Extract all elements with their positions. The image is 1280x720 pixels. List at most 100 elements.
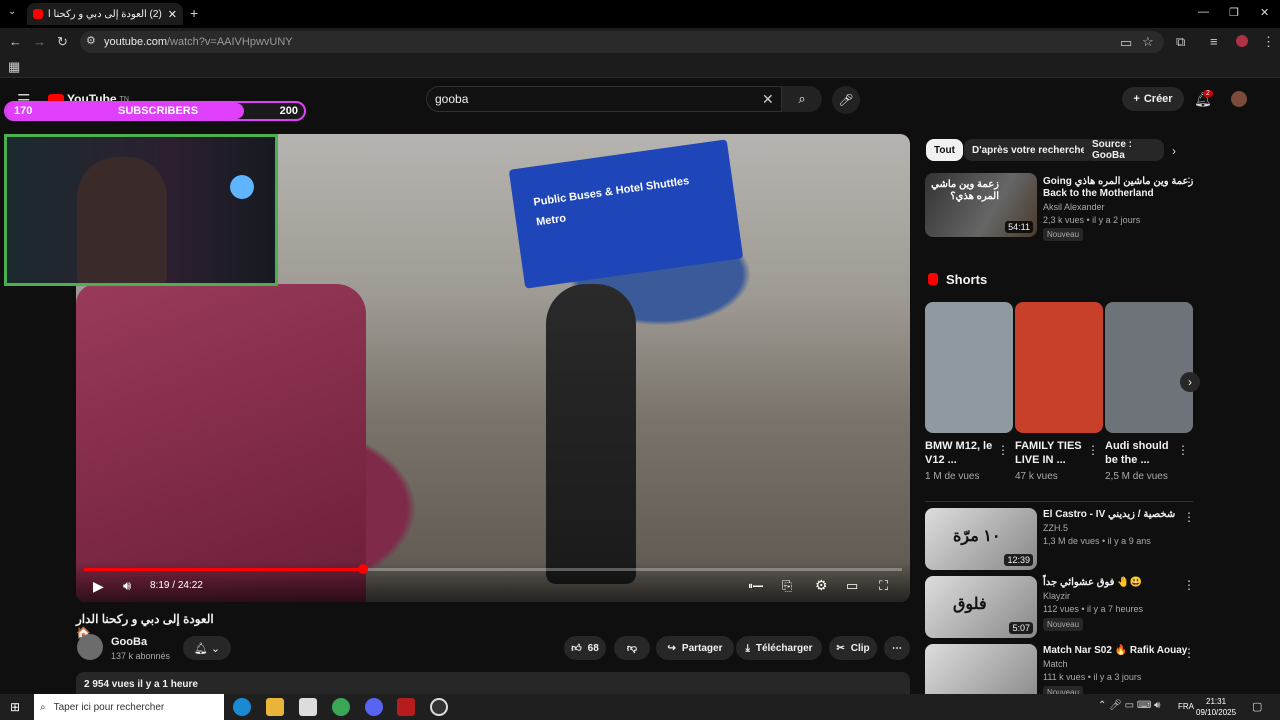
subscribed-bell-button[interactable]: 🔔︎ ⌄ xyxy=(183,636,231,660)
video-channel[interactable]: Match xyxy=(1043,659,1068,669)
chips-next-icon[interactable]: › xyxy=(1172,144,1176,158)
account-avatar[interactable] xyxy=(1231,91,1247,107)
progress-scrubber[interactable] xyxy=(357,564,368,574)
search-button[interactable]: ⌕ xyxy=(782,86,822,112)
language-indicator[interactable]: FRA xyxy=(1178,702,1194,711)
fullscreen-icon[interactable]: ⛶ xyxy=(879,578,888,594)
short-title[interactable]: V12 ... xyxy=(925,454,957,467)
clip-button[interactable]: ✂ Clip xyxy=(829,636,877,660)
description-box[interactable]: 2 954 vues il y a 1 heure xyxy=(76,672,910,694)
back-icon[interactable]: ← xyxy=(9,35,22,48)
streamer-shape xyxy=(77,157,167,283)
short-thumbnail[interactable] xyxy=(925,302,1013,433)
video-thumbnail[interactable]: ١٠ مرّة 12:39 xyxy=(925,508,1037,570)
chip-source[interactable]: Source : GooBa xyxy=(1084,139,1164,161)
apps-grid-icon[interactable]: ▦ xyxy=(8,60,20,73)
search-icon: ⌕ xyxy=(798,91,806,106)
top-video-channel[interactable]: Aksil Alexander xyxy=(1043,202,1105,212)
bookmark-star-icon[interactable]: ☆ xyxy=(1142,35,1154,48)
browser-tab[interactable]: (2) العودة إلى دبي و ركحنا الدار ✕ xyxy=(27,3,183,25)
forward-icon[interactable]: → xyxy=(33,35,46,48)
video-channel[interactable]: Klayzir xyxy=(1043,591,1070,601)
short-title[interactable]: FAMILY TIES xyxy=(1015,440,1082,453)
short-title[interactable]: Audi should xyxy=(1105,440,1169,453)
store-icon[interactable] xyxy=(299,698,317,716)
video-channel[interactable]: ZZH.5 xyxy=(1043,523,1068,533)
tab-search-icon[interactable]: ⌄ xyxy=(8,7,16,17)
subtitles-icon[interactable]: ⎘ xyxy=(782,578,792,594)
short-menu-icon[interactable]: ⋮ xyxy=(1177,443,1189,457)
theater-mode-icon[interactable]: ▭ xyxy=(846,578,858,594)
channel-name[interactable]: GooBa xyxy=(111,636,147,648)
play-icon[interactable]: ▶ xyxy=(93,578,104,595)
short-views: 47 k vues xyxy=(1015,471,1058,482)
timecode: 8:19 / 24:22 xyxy=(150,580,203,591)
maximize-icon[interactable]: ❐ xyxy=(1229,6,1239,19)
volume-icon[interactable]: 🔊︎ xyxy=(123,578,131,594)
video-title[interactable]: Match Nar S02 🔥 Rafik Aouay xyxy=(1043,644,1187,657)
top-video-thumbnail[interactable]: زعمة وين ماشي المره هذي؟ 54:11 xyxy=(925,173,1037,237)
settings-gear-icon[interactable]: ⚙ xyxy=(815,577,828,594)
system-tray-icons[interactable]: ⌃ 🎤︎ ▭ ⌨ 🔊︎ xyxy=(1098,700,1160,711)
clear-search-icon[interactable]: ✕ xyxy=(762,92,774,106)
search-input[interactable]: gooba xyxy=(426,86,782,112)
download-icon: ⤓ xyxy=(745,642,750,654)
shorts-next-button[interactable]: › xyxy=(1180,372,1200,392)
taskbar-search[interactable]: ⌕ Taper ici pour rechercher xyxy=(34,694,224,720)
dislike-button[interactable]: 👎︎ xyxy=(614,636,650,660)
video-menu-icon[interactable]: ⋮ xyxy=(1183,578,1195,592)
edge-icon[interactable] xyxy=(233,698,251,716)
site-info-icon[interactable]: ⚙ xyxy=(86,36,96,47)
chip-all[interactable]: Tout xyxy=(926,139,963,161)
windows-start-icon[interactable]: ⊞ xyxy=(10,700,20,714)
video-title[interactable]: فوق عشوائي جداً 🤚😃 xyxy=(1043,576,1142,589)
short-thumbnail[interactable] xyxy=(1105,302,1193,433)
video-menu-icon[interactable]: ⋮ xyxy=(1183,510,1195,524)
video-app-icon[interactable] xyxy=(397,698,415,716)
profile-avatar[interactable] xyxy=(1236,35,1248,47)
close-window-icon[interactable]: ✕ xyxy=(1260,6,1269,19)
chrome-icon[interactable] xyxy=(332,698,350,716)
short-menu-icon[interactable]: ⋮ xyxy=(997,443,1009,457)
short-menu-icon[interactable]: ⋮ xyxy=(1087,443,1099,457)
obs-icon[interactable] xyxy=(430,698,448,716)
file-explorer-icon[interactable] xyxy=(266,698,284,716)
share-button[interactable]: ↪ Partager xyxy=(656,636,734,660)
notification-center-icon[interactable]: ▢ xyxy=(1252,700,1262,713)
top-video-menu-icon[interactable]: ⋮ xyxy=(1183,175,1195,189)
voice-search-button[interactable]: 🎤︎ xyxy=(832,86,860,114)
close-tab-icon[interactable]: ✕ xyxy=(168,8,177,21)
create-button[interactable]: + Créer xyxy=(1122,87,1184,111)
short-title[interactable]: be the ... xyxy=(1105,454,1150,467)
more-actions-button[interactable]: ⋯ xyxy=(884,636,910,660)
progress-bar[interactable] xyxy=(84,564,902,574)
mic-icon: 🎤︎ xyxy=(838,93,854,107)
chip-related[interactable]: D'après votre recherche xyxy=(964,139,1095,161)
clock-date: 09/10/2025 xyxy=(1196,708,1237,717)
short-title[interactable]: LIVE IN ... xyxy=(1015,454,1066,467)
video-title[interactable]: El Castro - IV شخصية / زيديني xyxy=(1043,508,1175,521)
share-label: Partager xyxy=(681,642,723,654)
new-tab-button[interactable]: + xyxy=(190,6,198,20)
download-button[interactable]: ⤓ Télécharger xyxy=(736,636,822,660)
channel-avatar[interactable] xyxy=(77,634,103,660)
autoplay-toggle-icon[interactable]: ⏸━ xyxy=(748,581,763,592)
browser-menu-icon[interactable]: ⋮ xyxy=(1262,35,1275,48)
extensions-icon[interactable]: ⧉ xyxy=(1176,35,1185,48)
address-bar[interactable]: youtube.com/watch?v=AAIVHpwvUNY xyxy=(80,31,1164,53)
minimize-icon[interactable]: — xyxy=(1198,6,1209,18)
metro-sign: Public Buses & Hotel Shuttles Metro xyxy=(508,139,744,289)
video-menu-icon[interactable]: ⋮ xyxy=(1183,646,1195,660)
discord-icon[interactable] xyxy=(365,698,383,716)
sign-line-2: Metro xyxy=(535,212,567,229)
like-button[interactable]: 👍︎ 68 xyxy=(564,636,606,660)
top-video-title-2[interactable]: Back to the Motherland xyxy=(1043,187,1154,200)
short-title[interactable]: BMW M12, le xyxy=(925,440,992,453)
cast-icon[interactable]: ▭ xyxy=(1120,36,1132,49)
taskbar-clock[interactable]: 21:31 09/10/2025 xyxy=(1196,696,1236,718)
time-current: 8:19 xyxy=(150,580,170,591)
video-thumbnail[interactable]: فلوق 5:07 xyxy=(925,576,1037,638)
media-control-icon[interactable]: ≡ xyxy=(1210,35,1218,48)
short-thumbnail[interactable] xyxy=(1015,302,1103,433)
reload-icon[interactable]: ↻ xyxy=(57,35,68,48)
